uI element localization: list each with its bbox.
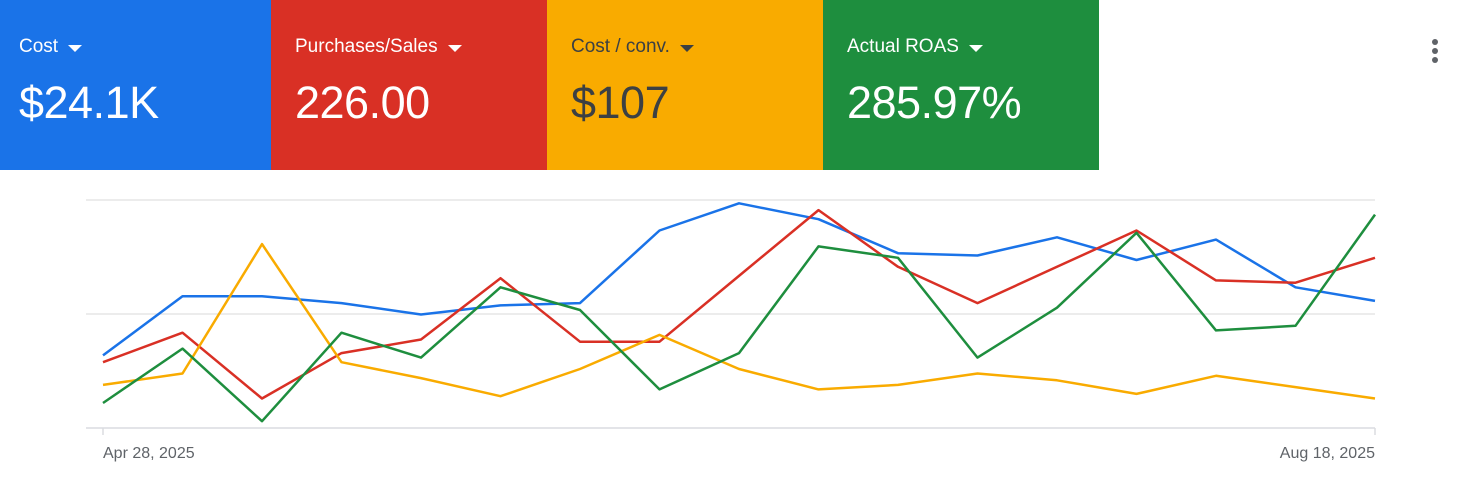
dropdown-caret-icon[interactable] xyxy=(447,44,462,52)
metric-header-cost-per-conv[interactable]: Cost / conv. xyxy=(571,36,823,58)
metric-value-purchases: 226.00 xyxy=(295,77,430,128)
series-line-roas xyxy=(102,213,1377,423)
more-dot xyxy=(1432,39,1438,45)
metric-value-roas: 285.97% xyxy=(847,77,1022,128)
metric-label-cost: Cost xyxy=(19,36,59,57)
metric-tile-purchases[interactable]: Purchases/Sales 226.00 xyxy=(271,0,547,170)
x-tick-label-end: Aug 18, 2025 xyxy=(1280,445,1375,462)
metric-tile-cost-per-conv[interactable]: Cost / conv. $107 xyxy=(547,0,823,170)
more-dot xyxy=(1432,48,1438,54)
metric-header-purchases[interactable]: Purchases/Sales xyxy=(295,36,547,58)
dropdown-caret-icon[interactable] xyxy=(968,44,983,52)
metric-header-cost[interactable]: Cost xyxy=(19,36,271,58)
metric-header-roas[interactable]: Actual ROAS xyxy=(847,36,1099,58)
metric-tiles: Cost $24.1K Purchases/Sales 226.00 Cost … xyxy=(0,0,1099,170)
chart-series xyxy=(102,202,1377,423)
metric-label-cost-per-conv: Cost / conv. xyxy=(571,36,670,57)
metric-label-purchases: Purchases/Sales xyxy=(295,36,438,57)
metric-value-cost-per-conv: $107 xyxy=(571,77,670,128)
x-tick-label-start: Apr 28, 2025 xyxy=(103,445,195,462)
series-line-cost-per-conv xyxy=(102,242,1376,400)
chart-x-axis: Apr 28, 2025 Aug 18, 2025 xyxy=(103,445,1375,462)
metric-tile-roas[interactable]: Actual ROAS 285.97% xyxy=(823,0,1099,170)
more-vert-icon[interactable] xyxy=(1423,36,1447,66)
dropdown-caret-icon[interactable] xyxy=(68,44,83,52)
performance-line-chart: Apr 28, 2025 Aug 18, 2025 xyxy=(86,199,1377,462)
series-line-cost xyxy=(102,202,1376,357)
metric-value-cost: $24.1K xyxy=(19,77,159,128)
metric-label-roas: Actual ROAS xyxy=(847,36,959,57)
metric-tile-cost[interactable]: Cost $24.1K xyxy=(0,0,271,170)
dropdown-caret-icon[interactable] xyxy=(679,44,694,52)
chart-gridlines xyxy=(86,199,1376,435)
more-dot xyxy=(1432,57,1438,63)
